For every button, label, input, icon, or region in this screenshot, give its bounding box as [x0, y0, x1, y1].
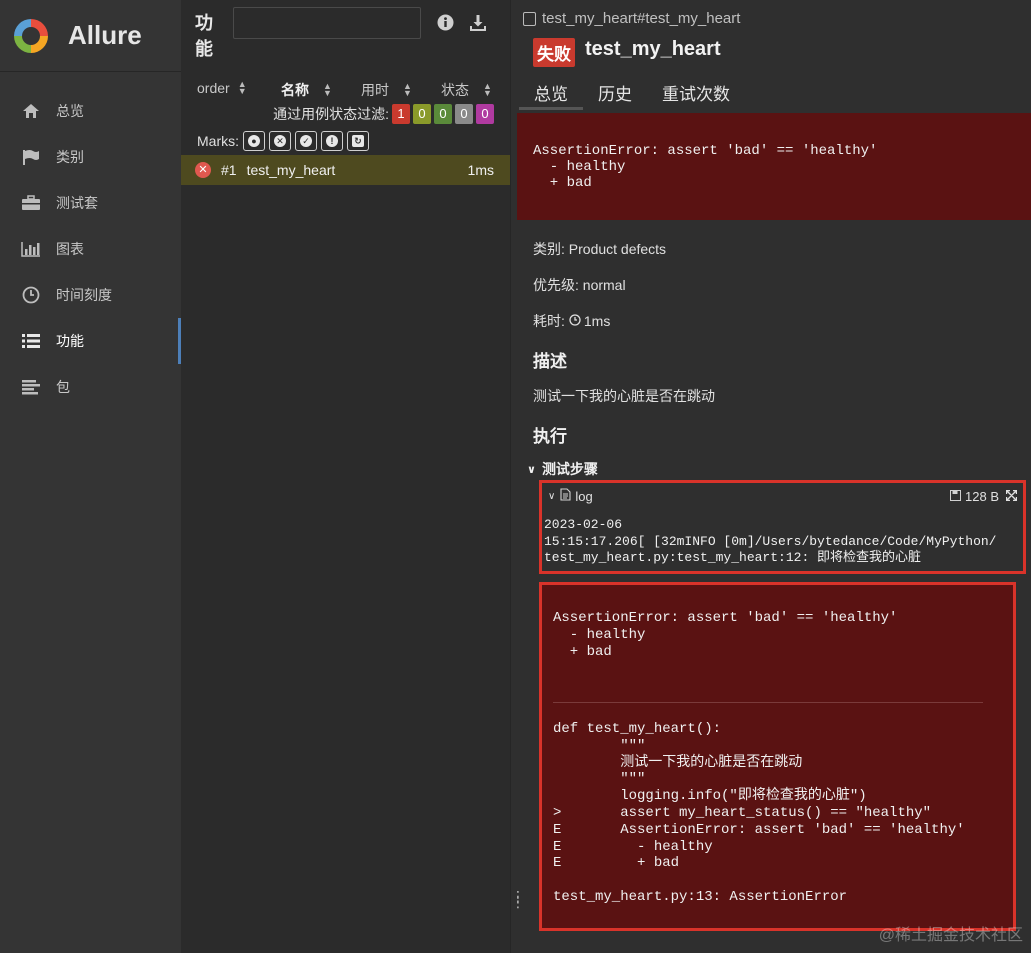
log-size: 128 B — [950, 489, 999, 504]
copy-icon — [523, 11, 536, 26]
breadcrumb[interactable]: test_my_heart#test_my_heart — [523, 10, 740, 27]
align-left-icon — [20, 378, 42, 396]
chevron-down-icon: ∨ — [527, 463, 536, 476]
times-circle-icon: ✕ — [274, 135, 286, 147]
detail-pane: ⋮ ⋮ test_my_heart#test_my_heart 失败 test_m… — [510, 0, 1031, 953]
logo-text: Allure — [68, 20, 142, 50]
error-message: AssertionError: assert 'bad' == 'healthy… — [517, 113, 1031, 220]
sidebar-item-timeline[interactable]: 时间刻度 — [0, 272, 181, 318]
sidebar-item-label: 图表 — [56, 241, 84, 257]
sidebar-item-label: 总览 — [56, 103, 84, 119]
stack-trace: AssertionError: assert 'bad' == 'healthy… — [539, 582, 1016, 931]
tab-history[interactable]: 历史 — [583, 72, 647, 110]
divider — [553, 702, 983, 703]
tab-retries[interactable]: 重试次数 — [647, 72, 745, 110]
sidebar-nav: 总览 类别 测试套 图表 时间刻度 功能 包 — [0, 88, 181, 410]
logo[interactable]: Allure — [0, 0, 181, 72]
filter-failed-badge[interactable]: 1 — [392, 104, 410, 124]
sort-icon: ▲ ▼ — [483, 81, 492, 98]
sidebar-item-label: 功能 — [56, 333, 84, 349]
description-title: 描述 — [533, 352, 567, 371]
filter-passed-badge[interactable]: 0 — [434, 104, 452, 124]
mark-flaky-button[interactable]: ● — [243, 131, 265, 151]
tree-panel: 功能 order ▲ ▼ 名称 ▲ ▼ 用时 ▲ ▼ 状态 ▲ ▼ 通过用例状态过滤: … — [181, 0, 510, 953]
clock-icon — [569, 313, 581, 329]
description-text: 测试一下我的心脏是否在跳动 — [533, 388, 715, 404]
bomb-icon: ● — [248, 135, 260, 147]
log-name: log — [575, 488, 593, 504]
filter-label: 通过用例状态过滤: — [273, 106, 389, 122]
sidebar: Allure 总览 类别 测试套 图表 时间刻度 功能 包 — [0, 0, 181, 953]
sidebar-item-packages[interactable]: 包 — [0, 364, 181, 410]
bar-chart-icon — [20, 240, 42, 258]
mark-retries-button[interactable]: ↻ — [347, 131, 369, 151]
sidebar-item-label: 测试套 — [56, 195, 98, 211]
test-title: test_my_heart — [585, 38, 721, 60]
log-attachment-header[interactable]: ∨ log 128 B — [542, 483, 1023, 509]
refresh-icon: ↻ — [352, 135, 364, 147]
sidebar-item-graphs[interactable]: 图表 — [0, 226, 181, 272]
test-steps-toggle[interactable]: ∨ 测试步骤 — [527, 459, 598, 479]
marks-filter: Marks: ● ✕ ✓ ! ↻ — [197, 131, 369, 151]
sidebar-item-label: 时间刻度 — [56, 287, 112, 303]
home-icon — [20, 102, 42, 120]
status-filter: 通过用例状态过滤: 1 0 0 0 0 — [273, 104, 494, 124]
sidebar-item-suites[interactable]: 测试套 — [0, 180, 181, 226]
clock-icon — [20, 286, 42, 304]
test-name: test_my_heart — [246, 162, 336, 178]
sort-name[interactable]: 名称 ▲ ▼ — [281, 80, 332, 100]
filter-skipped-badge[interactable]: 0 — [455, 104, 473, 124]
exclamation-circle-icon: ! — [326, 135, 338, 147]
test-order: #1 — [221, 162, 237, 178]
log-content: 2023-02-06 15:15:17.206[ [32mINFO [0m]/U… — [544, 517, 997, 565]
tab-overview[interactable]: 总览 — [519, 72, 583, 110]
mark-new-broken-button[interactable]: ! — [321, 131, 343, 151]
sidebar-item-behaviors[interactable]: 功能 — [0, 318, 181, 364]
watermark: @稀土掘金技术社区 — [878, 927, 1023, 944]
expand-icon[interactable] — [1005, 489, 1018, 504]
filter-broken-badge[interactable]: 0 — [413, 104, 431, 124]
filter-unknown-badge[interactable]: 0 — [476, 104, 494, 124]
sort-header: order ▲ ▼ 名称 ▲ ▼ 用时 ▲ ▼ 状态 ▲ ▼ — [181, 72, 510, 104]
list-icon — [20, 332, 42, 350]
severity-line: 优先级: normal — [533, 277, 626, 293]
duration-line: 耗时: 1ms — [533, 313, 611, 329]
check-circle-icon: ✓ — [300, 135, 312, 147]
mark-new-passed-button[interactable]: ✓ — [295, 131, 317, 151]
save-icon — [950, 489, 962, 504]
table-row[interactable]: ✕ #1 test_my_heart 1ms — [181, 155, 510, 185]
sidebar-item-label: 类别 — [56, 149, 84, 165]
execution-title: 执行 — [533, 427, 567, 446]
tree-header: 功能 — [181, 0, 510, 72]
sidebar-item-overview[interactable]: 总览 — [0, 88, 181, 134]
flag-icon — [20, 148, 42, 166]
sort-icon: ▲ ▼ — [323, 81, 332, 98]
detail-tabs: 总览 历史 重试次数 — [519, 72, 745, 110]
trace-message: AssertionError: assert 'bad' == 'healthy… — [553, 610, 898, 660]
file-icon — [560, 488, 571, 504]
info-icon[interactable] — [437, 14, 454, 36]
allure-logo-icon — [14, 18, 48, 53]
chevron-down-icon: ∨ — [548, 490, 556, 502]
sidebar-item-label: 包 — [56, 379, 70, 395]
mark-new-failed-button[interactable]: ✕ — [269, 131, 291, 151]
log-attachment: ∨ log 128 B 2023-02-06 15:15:17.206[ [32… — [539, 480, 1026, 574]
sort-duration[interactable]: 用时 ▲ ▼ — [361, 80, 412, 100]
download-icon[interactable] — [469, 14, 487, 37]
sort-icon: ▲ ▼ — [403, 81, 412, 98]
trace-code: def test_my_heart(): """ 测试一下我的心脏是否在跳动 "… — [553, 721, 965, 905]
pane-resize-handle[interactable]: ⋮ ⋮ — [511, 889, 525, 909]
sort-icon: ▲ ▼ — [237, 79, 247, 96]
status-badge: 失败 — [533, 38, 575, 67]
sort-status[interactable]: 状态 ▲ ▼ — [441, 80, 492, 100]
briefcase-icon — [20, 194, 42, 212]
sort-order[interactable]: order ▲ ▼ — [197, 79, 247, 97]
failed-status-icon: ✕ — [195, 162, 211, 178]
page-title: 功能 — [195, 13, 213, 59]
category-line: 类别: Product defects — [533, 241, 667, 257]
search-input[interactable] — [233, 7, 421, 39]
sidebar-item-categories[interactable]: 类别 — [0, 134, 181, 180]
test-duration: 1ms — [467, 162, 494, 178]
marks-label: Marks: — [197, 133, 239, 149]
